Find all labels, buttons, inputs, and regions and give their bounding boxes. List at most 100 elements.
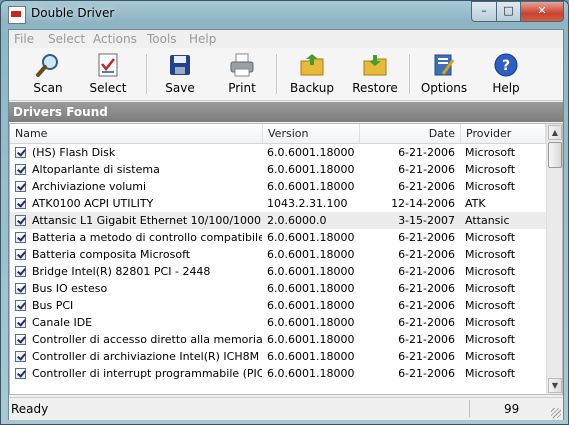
vertical-scrollbar[interactable]: ▲ ▼: [546, 124, 562, 394]
driver-provider: Microsoft: [465, 231, 516, 244]
driver-provider: Microsoft: [465, 316, 516, 329]
row-checkbox[interactable]: [15, 351, 26, 362]
driver-date: 6-21-2006: [398, 146, 455, 159]
driver-row[interactable]: Controller di interrupt programmabile (P…: [10, 365, 546, 382]
driver-row[interactable]: Batteria a metodo di controllo compatibi…: [10, 229, 546, 246]
driver-count: 99: [504, 402, 520, 416]
driver-provider: Microsoft: [465, 265, 516, 278]
row-checkbox[interactable]: [15, 317, 26, 328]
driver-name: Bridge Intel(R) 82801 PCI - 2448: [32, 265, 211, 278]
driver-row[interactable]: Controller di archiviazione Intel(R) ICH…: [10, 348, 546, 365]
driver-row[interactable]: Attansic L1 Gigabit Ethernet 10/100/1000…: [10, 212, 546, 229]
row-checkbox[interactable]: [15, 181, 26, 192]
driver-name: Controller di archiviazione Intel(R) ICH…: [32, 350, 262, 363]
menu-select[interactable]: Select: [48, 32, 85, 46]
client-area: File Select Actions Tools Help Scan Sele…: [8, 29, 564, 420]
row-checkbox[interactable]: [15, 147, 26, 158]
status-separator: [469, 400, 470, 417]
close-button[interactable]: ✕: [520, 1, 564, 22]
driver-rows: (HS) Flash Disk 6.0.6001.18000 6-21-2006 Mi…: [10, 144, 546, 382]
backup-button[interactable]: Backup: [284, 50, 340, 98]
checklist-icon: [98, 53, 118, 77]
select-button[interactable]: Select: [80, 50, 136, 98]
driver-provider: Microsoft: [465, 180, 516, 193]
scan-button[interactable]: Scan: [20, 50, 76, 98]
row-checkbox[interactable]: [15, 266, 26, 277]
row-checkbox[interactable]: [15, 368, 26, 379]
scroll-down-arrow-icon[interactable]: ▼: [548, 378, 562, 393]
column-date[interactable]: Date: [360, 124, 461, 143]
driver-version: 6.0.6001.18000: [267, 146, 355, 159]
driver-provider: Microsoft: [465, 163, 516, 176]
driver-date: 6-21-2006: [398, 333, 455, 346]
driver-version: 6.0.6001.18000: [267, 333, 355, 346]
driver-name: Batteria a metodo di controllo compatibi…: [32, 231, 262, 244]
row-checkbox[interactable]: [15, 334, 26, 345]
row-checkbox[interactable]: [15, 215, 26, 226]
save-button[interactable]: Save: [152, 50, 208, 98]
row-checkbox[interactable]: [15, 249, 26, 260]
column-provider[interactable]: Provider: [461, 124, 546, 143]
print-button[interactable]: Print: [214, 50, 270, 98]
driver-date: 6-21-2006: [398, 316, 455, 329]
driver-version: 6.0.6001.18000: [267, 180, 355, 193]
driver-version: 6.0.6001.18000: [267, 282, 355, 295]
driver-row[interactable]: (HS) Flash Disk 6.0.6001.18000 6-21-2006 Mi…: [10, 144, 546, 161]
driver-date: 6-21-2006: [398, 248, 455, 261]
title-bar[interactable]: Double Driver – □ ✕: [1, 1, 568, 29]
driver-row[interactable]: Altoparlante di sistema 6.0.6001.18000 6-2…: [10, 161, 546, 178]
driver-version: 6.0.6001.18000: [267, 163, 355, 176]
driver-version: 6.0.6001.18000: [267, 265, 355, 278]
driver-date: 12-14-2006: [391, 197, 455, 210]
driver-row[interactable]: Bus PCI 6.0.6001.18000 6-21-2006 Microsoft: [10, 297, 546, 314]
column-header: Name Version Date Provider: [10, 124, 546, 144]
resize-grip-icon[interactable]: [551, 408, 561, 418]
minimize-button[interactable]: –: [471, 1, 497, 22]
driver-date: 6-21-2006: [398, 265, 455, 278]
driver-date: 3-15-2007: [398, 214, 455, 227]
menu-actions[interactable]: Actions: [93, 32, 137, 46]
driver-name: Bus IO esteso: [32, 282, 108, 295]
driver-version: 6.0.6001.18000: [267, 367, 355, 380]
row-checkbox[interactable]: [15, 300, 26, 311]
driver-version: 6.0.6001.18000: [267, 350, 355, 363]
driver-name: Controller di interrupt programmabile (P…: [32, 367, 262, 380]
column-version[interactable]: Version: [263, 124, 360, 143]
options-button[interactable]: Options: [416, 50, 472, 98]
help-button[interactable]: ? Help: [478, 50, 534, 98]
scroll-up-arrow-icon[interactable]: ▲: [548, 125, 562, 140]
row-checkbox[interactable]: [15, 198, 26, 209]
driver-list[interactable]: Name Version Date Provider (HS) Flash Di…: [9, 123, 563, 395]
maximize-button[interactable]: □: [496, 1, 521, 22]
driver-date: 6-21-2006: [398, 163, 455, 176]
menu-tools[interactable]: Tools: [147, 32, 177, 46]
driver-row[interactable]: Archiviazione volumi 6.0.6001.18000 6-21-2…: [10, 178, 546, 195]
driver-row[interactable]: Controller di accesso diretto alla memor…: [10, 331, 546, 348]
driver-name: Altoparlante di sistema: [32, 163, 160, 176]
driver-name: Archiviazione volumi: [32, 180, 147, 193]
driver-provider: Microsoft: [465, 333, 516, 346]
svg-text:?: ?: [502, 58, 510, 74]
column-name[interactable]: Name: [10, 124, 263, 143]
row-checkbox[interactable]: [15, 232, 26, 243]
scroll-thumb[interactable]: [548, 142, 562, 168]
driver-row[interactable]: Bus IO esteso 6.0.6001.18000 6-21-2006 Micr…: [10, 280, 546, 297]
driver-row[interactable]: Canale IDE 6.0.6001.18000 6-21-2006 Microso…: [10, 314, 546, 331]
floppy-icon: [170, 55, 190, 75]
menu-help[interactable]: Help: [189, 32, 216, 46]
driver-version: 6.0.6001.18000: [267, 231, 355, 244]
restore-button[interactable]: Restore: [347, 50, 403, 98]
toolbar-separator: [276, 54, 278, 94]
menu-file[interactable]: File: [14, 32, 34, 46]
driver-row[interactable]: ATK0100 ACPI UTILITY 1043.2.31.100 12-14-2…: [10, 195, 546, 212]
printer-icon: [230, 53, 254, 77]
status-bar: Ready 99: [9, 397, 563, 420]
driver-row[interactable]: Batteria composita Microsoft 6.0.6001.180…: [10, 246, 546, 263]
row-checkbox[interactable]: [15, 164, 26, 175]
driver-date: 6-21-2006: [398, 231, 455, 244]
driver-name: Bus PCI: [32, 299, 74, 312]
app-window: Double Driver – □ ✕ File Select Actions …: [0, 0, 569, 425]
status-text: Ready: [11, 402, 49, 416]
driver-row[interactable]: Bridge Intel(R) 82801 PCI - 2448 6.0.6001…: [10, 263, 546, 280]
row-checkbox[interactable]: [15, 283, 26, 294]
